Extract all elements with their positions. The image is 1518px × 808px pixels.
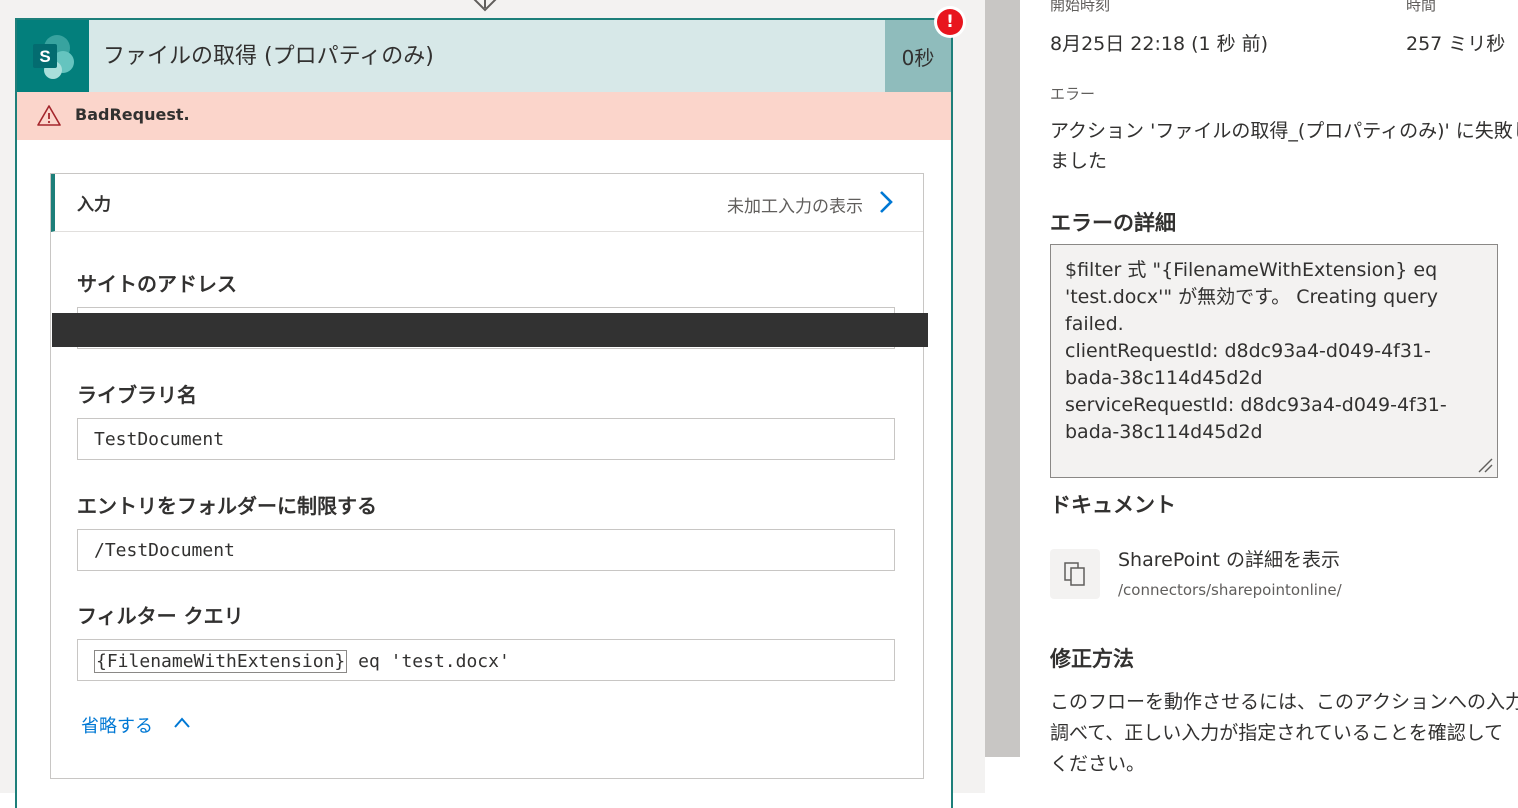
redacted-site-address: [52, 313, 928, 347]
error-indicator-icon: !: [937, 9, 963, 35]
fix-instructions: このフローを動作させるには、このアクションへの入力を 調べて、正しい入力が指定さ…: [1050, 691, 1518, 775]
inputs-header: 入力 未加工入力の表示: [51, 174, 923, 232]
site-address-label: サイトのアドレス: [77, 272, 237, 296]
chevron-right-icon[interactable]: [877, 188, 895, 216]
chevron-up-icon[interactable]: [173, 715, 191, 729]
show-raw-inputs-link[interactable]: 未加工入力の表示: [727, 192, 863, 217]
filter-query-value: {FilenameWithExtension} eq 'test.docx': [94, 650, 510, 673]
limit-folder-label: エントリをフォルダーに制限する: [77, 494, 377, 518]
run-details-pane: 開始時刻 8月25日 22:18 (1 秒 前) 時間 257 ミリ秒 エラー …: [1020, 0, 1518, 793]
error-details-heading: エラーの詳細: [1050, 211, 1176, 235]
fix-heading: 修正方法: [1050, 647, 1134, 671]
inputs-title: 入力: [77, 195, 111, 215]
error-message: アクション 'ファイルの取得_(プロパティのみ)' に失敗し ました: [1050, 120, 1518, 172]
limit-folder-field[interactable]: /TestDocument: [77, 529, 895, 571]
action-title: ファイルの取得 (プロパティのみ): [103, 44, 434, 69]
start-time-label: 開始時刻: [1050, 0, 1111, 14]
action-card-header[interactable]: S ファイルの取得 (プロパティのみ) 0秒: [17, 20, 951, 92]
warning-triangle-icon: [37, 105, 61, 126]
limit-folder-value: /TestDocument: [94, 540, 235, 561]
arrow-down-icon: [473, 0, 497, 12]
sharepoint-doc-link[interactable]: SharePoint の詳細を表示: [1118, 545, 1340, 572]
dynamic-token[interactable]: {FilenameWithExtension}: [94, 650, 348, 673]
documents-heading: ドキュメント: [1050, 493, 1176, 517]
library-name-value: TestDocument: [94, 429, 225, 450]
doc-link-path: /connectors/sharepointonline/: [1118, 581, 1342, 599]
error-banner-text: BadRequest.: [75, 105, 190, 124]
action-card: S ファイルの取得 (プロパティのみ) 0秒 BadRequest. 入力 未加…: [15, 18, 953, 808]
library-name-field[interactable]: TestDocument: [77, 418, 895, 460]
resize-grip-icon[interactable]: [1477, 457, 1493, 473]
flow-canvas: S ファイルの取得 (プロパティのみ) 0秒 BadRequest. 入力 未加…: [0, 0, 985, 808]
inputs-panel: 入力 未加工入力の表示 サイトのアドレス ライブラリ名 TestDocument…: [50, 173, 924, 779]
filter-query-label: フィルター クエリ: [77, 604, 244, 628]
error-banner: BadRequest.: [17, 92, 951, 140]
scrollbar-thumb[interactable]: [985, 0, 1020, 757]
svg-text:S: S: [39, 47, 50, 66]
action-duration-text: 0秒: [901, 46, 935, 70]
error-label: エラー: [1050, 85, 1096, 103]
filter-query-field[interactable]: {FilenameWithExtension} eq 'test.docx': [77, 639, 895, 681]
duration-value: 257 ミリ秒: [1406, 33, 1506, 55]
error-details-textbox[interactable]: $filter 式 "{FilenameWithExtension} eq 't…: [1050, 244, 1498, 478]
start-time-value: 8月25日 22:18 (1 秒 前): [1050, 33, 1269, 55]
copy-document-icon: [1050, 549, 1100, 599]
collapse-link[interactable]: 省略する: [81, 712, 153, 738]
sharepoint-logo-icon: S: [17, 20, 89, 92]
duration-label: 時間: [1406, 0, 1437, 14]
library-name-label: ライブラリ名: [77, 383, 197, 407]
